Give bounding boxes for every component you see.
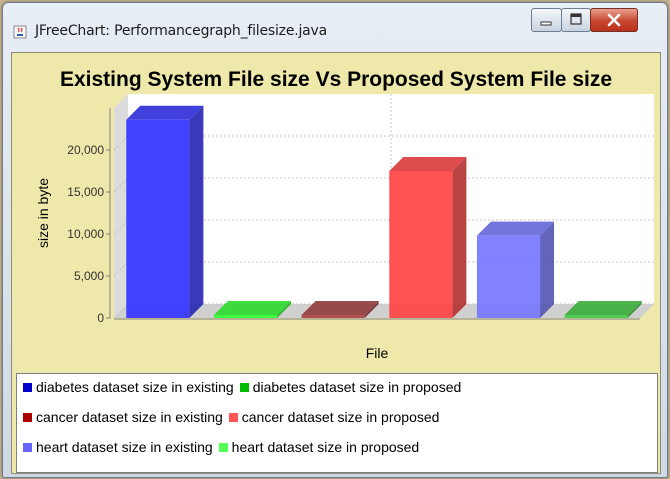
legend-swatch: [23, 383, 32, 392]
y-tick-label: 10,000: [67, 227, 104, 241]
legend-label: cancer dataset size in proposed: [241, 409, 440, 425]
y-tick-label: 5,000: [74, 269, 104, 283]
legend-swatch: [23, 413, 32, 422]
y-axis-label: size in byte: [35, 178, 51, 248]
plot-side-wall: [114, 94, 128, 318]
bar-side: [189, 105, 204, 318]
bar-side: [452, 157, 467, 318]
legend-label: diabetes dataset size in proposed: [252, 379, 462, 395]
legend-swatch: [239, 383, 249, 392]
maximize-icon: [570, 13, 582, 25]
bar: [126, 119, 190, 318]
java-cup-icon[interactable]: [13, 25, 27, 39]
app-window: JFreeChart: Performancegraph_filesize.ja…: [2, 2, 668, 478]
close-button[interactable]: [590, 8, 638, 32]
legend-label: cancer dataset size in existing: [36, 409, 223, 425]
bar: [213, 315, 278, 318]
y-tick-label: 15,000: [67, 185, 104, 199]
legend-label: heart dataset size in proposed: [231, 439, 420, 455]
legend-item: heart dataset size in proposed: [218, 439, 420, 455]
minimize-icon: [540, 21, 552, 26]
minimize-button[interactable]: [531, 8, 562, 32]
legend-item: diabetes dataset size in existing: [23, 379, 234, 395]
legend-swatch: [218, 443, 228, 452]
legend-item: heart dataset size in existing: [23, 439, 213, 455]
legend-row: heart dataset size in existing heart data…: [23, 439, 425, 459]
chart-panel: Existing System File size Vs Proposed Sy…: [11, 52, 661, 474]
legend-row: diabetes dataset size in existing diabete…: [23, 379, 467, 399]
bar: [389, 171, 453, 318]
legend-label: diabetes dataset size in existing: [36, 379, 234, 395]
legend-row: cancer dataset size in existing cancer da…: [23, 409, 445, 429]
y-tick-label: 20,000: [67, 143, 104, 157]
y-tick-label: 0: [97, 311, 104, 325]
legend-item: cancer dataset size in existing: [23, 409, 223, 425]
legend: diabetes dataset size in existing diabete…: [16, 373, 658, 473]
title-bar[interactable]: JFreeChart: Performancegraph_filesize.ja…: [3, 3, 667, 47]
x-axis-label: File: [366, 345, 389, 361]
bar-side: [540, 221, 555, 318]
bar: [564, 315, 628, 318]
legend-swatch: [228, 413, 238, 422]
bar: [301, 315, 365, 318]
plot-area: 0 5,000 10,000 15,000 20,000 size in byte File: [35, 94, 654, 361]
legend-item: diabetes dataset size in proposed: [239, 379, 462, 395]
maximize-button[interactable]: [561, 8, 591, 32]
legend-label: heart dataset size in existing: [36, 439, 213, 455]
bar: [476, 235, 541, 318]
legend-swatch: [23, 443, 32, 452]
legend-item: cancer dataset size in proposed: [228, 409, 440, 425]
window-title: JFreeChart: Performancegraph_filesize.ja…: [35, 23, 328, 39]
close-icon: [607, 13, 621, 27]
